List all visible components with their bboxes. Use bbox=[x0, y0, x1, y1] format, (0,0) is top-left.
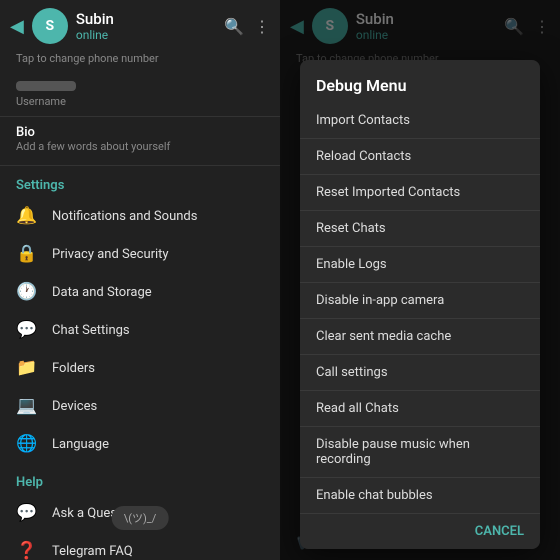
settings-item-devices[interactable]: 💻 Devices bbox=[0, 387, 280, 425]
top-icons: 🔍 ⋮ bbox=[224, 17, 270, 36]
settings-item-folders[interactable]: 📁 Folders bbox=[0, 349, 280, 387]
back-icon[interactable]: ◀ bbox=[10, 16, 24, 37]
debug-cancel-button[interactable]: CANCEL bbox=[300, 513, 540, 549]
username-block: Username bbox=[0, 73, 280, 117]
user-info: Subin online bbox=[76, 10, 216, 42]
debug-item-disable-camera[interactable]: Disable in-app camera bbox=[300, 283, 540, 319]
bio-label: Bio bbox=[16, 125, 264, 140]
settings-item-notifications[interactable]: 🔔 Notifications and Sounds bbox=[0, 197, 280, 235]
user-status: online bbox=[76, 28, 216, 42]
settings-item-privacy[interactable]: 🔒 Privacy and Security bbox=[0, 235, 280, 273]
chat-icon: 💬 bbox=[16, 320, 38, 340]
username-placeholder bbox=[16, 81, 76, 91]
debug-item-chat-bubbles[interactable]: Enable chat bubbles bbox=[300, 478, 540, 513]
username-label: Username bbox=[16, 95, 264, 108]
notifications-icon: 🔔 bbox=[16, 206, 38, 226]
debug-item-reload[interactable]: Reload Contacts bbox=[300, 139, 540, 175]
devices-icon: 💻 bbox=[16, 396, 38, 416]
more-icon[interactable]: ⋮ bbox=[254, 17, 270, 36]
faq-icon: ❓ bbox=[16, 541, 38, 560]
debug-menu: Debug Menu Import Contacts Reload Contac… bbox=[300, 60, 540, 549]
debug-item-clear-cache[interactable]: Clear sent media cache bbox=[300, 319, 540, 355]
devices-label: Devices bbox=[52, 399, 97, 414]
debug-item-import[interactable]: Import Contacts bbox=[300, 103, 540, 139]
left-top-bar: ◀ S Subin online 🔍 ⋮ bbox=[0, 0, 280, 52]
privacy-icon: 🔒 bbox=[16, 244, 38, 264]
left-panel: ◀ S Subin online 🔍 ⋮ Tap to change phone… bbox=[0, 0, 280, 560]
settings-section-label: Settings bbox=[0, 166, 280, 197]
data-label: Data and Storage bbox=[52, 285, 152, 300]
debug-items-list: Import Contacts Reload Contacts Reset Im… bbox=[300, 103, 540, 513]
settings-list: 🔔 Notifications and Sounds 🔒 Privacy and… bbox=[0, 197, 280, 463]
privacy-label: Privacy and Security bbox=[52, 247, 169, 262]
debug-item-reset-imported[interactable]: Reset Imported Contacts bbox=[300, 175, 540, 211]
emoji-bar: \(ツ)_/ bbox=[112, 506, 169, 530]
notifications-label: Notifications and Sounds bbox=[52, 209, 197, 224]
folders-label: Folders bbox=[52, 361, 95, 376]
settings-item-data[interactable]: 🕐 Data and Storage bbox=[0, 273, 280, 311]
settings-item-language[interactable]: 🌐 Language bbox=[0, 425, 280, 463]
help-item-faq[interactable]: ❓ Telegram FAQ bbox=[0, 532, 280, 560]
debug-item-call-settings[interactable]: Call settings bbox=[300, 355, 540, 391]
phone-hint: Tap to change phone number bbox=[0, 52, 280, 73]
settings-item-chat[interactable]: 💬 Chat Settings bbox=[0, 311, 280, 349]
debug-item-read-chats[interactable]: Read all Chats bbox=[300, 391, 540, 427]
debug-item-reset-chats[interactable]: Reset Chats bbox=[300, 211, 540, 247]
language-icon: 🌐 bbox=[16, 434, 38, 454]
user-name: Subin bbox=[76, 10, 216, 28]
bio-block: Bio Add a few words about yourself bbox=[0, 117, 280, 166]
debug-overlay: Debug Menu Import Contacts Reload Contac… bbox=[280, 0, 560, 560]
folders-icon: 📁 bbox=[16, 358, 38, 378]
language-label: Language bbox=[52, 437, 109, 452]
search-icon[interactable]: 🔍 bbox=[224, 17, 244, 36]
debug-menu-title: Debug Menu bbox=[300, 60, 540, 103]
faq-label: Telegram FAQ bbox=[52, 544, 133, 559]
ask-icon: 💬 bbox=[16, 503, 38, 523]
right-panel: ◀ S Subin online 🔍 ⋮ Tap to change phone… bbox=[280, 0, 560, 560]
debug-item-enable-logs[interactable]: Enable Logs bbox=[300, 247, 540, 283]
data-icon: 🕐 bbox=[16, 282, 38, 302]
chat-label: Chat Settings bbox=[52, 323, 130, 338]
avatar: S bbox=[32, 8, 68, 44]
help-section-label: Help bbox=[0, 463, 280, 494]
debug-item-disable-pause[interactable]: Disable pause music when recording bbox=[300, 427, 540, 478]
bio-hint: Add a few words about yourself bbox=[16, 140, 264, 153]
